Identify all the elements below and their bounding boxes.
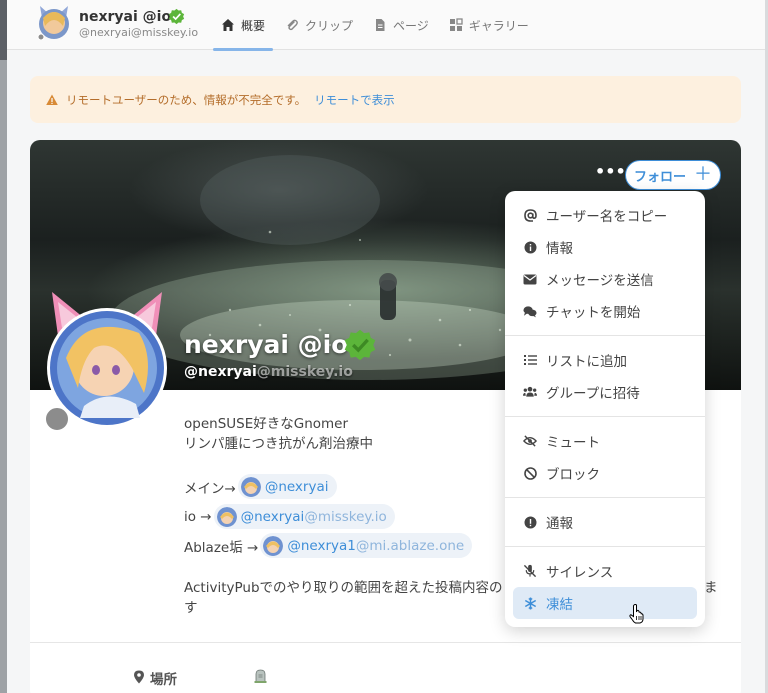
verified-badge-icon bbox=[168, 8, 185, 25]
mention-link[interactable]: @nexryai @misskey.io bbox=[213, 504, 395, 529]
mention-link[interactable]: @nexryai bbox=[237, 474, 337, 499]
menu-item-invite-to-group[interactable]: グループに招待 bbox=[513, 376, 697, 408]
bio-link-line: メイン→ @nexryai bbox=[184, 474, 337, 499]
gallery-icon bbox=[449, 18, 463, 31]
info-icon bbox=[523, 240, 537, 254]
tab-clips[interactable]: クリップ bbox=[277, 0, 361, 50]
profile-page: nexryai @io @nexryai@misskey.io 概要 クリップ … bbox=[7, 0, 765, 693]
menu-item-label: ユーザー名をコピー bbox=[546, 209, 668, 225]
menu-item-mute[interactable]: ミュート bbox=[513, 425, 697, 457]
link-prefix: io → bbox=[184, 508, 212, 525]
mention-user: @nexryai bbox=[264, 478, 329, 495]
link-prefix: Ablaze垢 → bbox=[184, 539, 259, 556]
tab-overview[interactable]: 概要 bbox=[213, 0, 274, 51]
link-prefix: メイン→ bbox=[184, 480, 236, 497]
online-status-indicator bbox=[44, 406, 70, 432]
mention-avatar bbox=[240, 476, 261, 497]
mention-link[interactable]: @nexrya1 @mi.ablaze.one bbox=[260, 533, 473, 558]
profile-bio: openSUSE好きなGnomer リンパ腫につき抗がん剤治療中 bbox=[184, 414, 373, 454]
menu-separator bbox=[505, 335, 705, 336]
handle-username: @nexryai bbox=[184, 364, 257, 380]
page-header: nexryai @io @nexryai@misskey.io 概要 クリップ … bbox=[7, 0, 765, 51]
handle-host: @misskey.io bbox=[256, 364, 353, 380]
mouse-pointer-hand-icon bbox=[629, 604, 644, 624]
warning-icon bbox=[46, 94, 58, 105]
bio-line: リンパ腫につき抗がん剤治療中 bbox=[184, 436, 373, 452]
field-label-location: 場所 bbox=[150, 672, 177, 688]
mention-avatar bbox=[216, 506, 237, 527]
menu-item-label: 通報 bbox=[546, 516, 573, 532]
header-name: nexryai @io bbox=[79, 9, 172, 25]
map-pin-icon bbox=[134, 670, 144, 684]
mention-user: @nexrya1 bbox=[287, 537, 356, 554]
header-avatar[interactable] bbox=[37, 4, 71, 40]
notice-text: リモートユーザーのため、情報が不完全です。 bbox=[66, 92, 307, 107]
mic-slash-icon bbox=[523, 564, 537, 578]
profile-name: nexryai @io bbox=[184, 330, 349, 359]
profile-tabs: 概要 クリップ ページ ギャラリー bbox=[213, 0, 541, 51]
mention-avatar bbox=[263, 535, 284, 556]
header-handle: @nexryai@misskey.io bbox=[79, 26, 199, 39]
list-icon bbox=[523, 353, 537, 367]
mention-user: @nexryai bbox=[240, 508, 305, 525]
menu-item-copy-username[interactable]: ユーザー名をコピー bbox=[513, 199, 697, 231]
menu-item-silence[interactable]: サイレンス bbox=[513, 555, 697, 587]
envelope-icon bbox=[523, 272, 537, 286]
bio-line: openSUSE好きなGnomer bbox=[184, 416, 349, 432]
tab-label: クリップ bbox=[305, 18, 354, 33]
menu-separator bbox=[505, 546, 705, 547]
menu-item-label: リストに追加 bbox=[546, 354, 627, 370]
user-actions-menu: ユーザー名をコピー 情報 メッセージを送信 チャットを開始 リストに追加 グルー… bbox=[505, 191, 705, 627]
follow-label: フォロー bbox=[633, 169, 686, 185]
users-icon bbox=[523, 385, 537, 399]
menu-item-add-to-list[interactable]: リストに追加 bbox=[513, 344, 697, 376]
menu-item-send-message[interactable]: メッセージを送信 bbox=[513, 263, 697, 295]
menu-item-label: ブロック bbox=[546, 467, 600, 483]
ban-icon bbox=[523, 466, 537, 480]
menu-item-label: グループに招待 bbox=[546, 386, 640, 402]
file-icon bbox=[376, 19, 385, 31]
profile-handle: @nexryai@misskey.io bbox=[184, 364, 353, 380]
divider bbox=[30, 642, 741, 643]
menu-separator bbox=[505, 497, 705, 498]
menu-item-suspend[interactable]: 凍結 bbox=[513, 587, 697, 619]
gravestone-emoji-icon bbox=[254, 669, 267, 683]
tab-label: ギャラリー bbox=[468, 18, 529, 33]
menu-item-label: サイレンス bbox=[546, 565, 614, 581]
mention-host: @mi.ablaze.one bbox=[355, 537, 465, 554]
menu-item-label: メッセージを送信 bbox=[546, 273, 654, 289]
plus-icon: ＋ bbox=[694, 164, 712, 185]
verified-badge-icon bbox=[344, 329, 376, 361]
tab-label: 概要 bbox=[241, 18, 266, 33]
follow-button[interactable]: フォロー ＋ bbox=[625, 160, 721, 190]
tab-pages[interactable]: ページ bbox=[365, 0, 437, 50]
menu-item-block[interactable]: ブロック bbox=[513, 457, 697, 489]
bio-link-line: Ablaze垢 → @nexrya1 @mi.ablaze.one bbox=[184, 533, 473, 558]
menu-item-label: チャットを開始 bbox=[546, 305, 641, 321]
menu-item-label: 情報 bbox=[546, 241, 573, 257]
view-remote-link[interactable]: リモートで表示 bbox=[314, 92, 395, 108]
snowflake-icon bbox=[523, 596, 537, 610]
menu-item-report[interactable]: 通報 bbox=[513, 506, 697, 538]
menu-separator bbox=[505, 416, 705, 417]
bio-link-line: io → @nexryai @misskey.io bbox=[184, 504, 395, 529]
remote-user-notice: リモートユーザーのため、情報が不完全です。 リモートで表示 bbox=[30, 76, 741, 123]
eye-slash-icon bbox=[523, 434, 537, 448]
home-icon bbox=[222, 19, 234, 31]
tab-gallery[interactable]: ギャラリー bbox=[441, 0, 537, 50]
menu-item-start-chat[interactable]: チャットを開始 bbox=[513, 295, 697, 327]
paperclip-icon bbox=[287, 19, 298, 31]
mention-host: @misskey.io bbox=[304, 508, 387, 525]
chat-icon bbox=[523, 304, 537, 318]
exclamation-icon bbox=[523, 515, 537, 529]
tab-label: ページ bbox=[393, 18, 429, 33]
menu-item-label: ミュート bbox=[546, 435, 600, 451]
menu-item-info[interactable]: 情報 bbox=[513, 231, 697, 263]
menu-item-label: 凍結 bbox=[546, 597, 573, 613]
more-options-button[interactable]: ••• bbox=[595, 164, 626, 184]
window-edge bbox=[0, 0, 7, 693]
at-icon bbox=[523, 208, 537, 222]
